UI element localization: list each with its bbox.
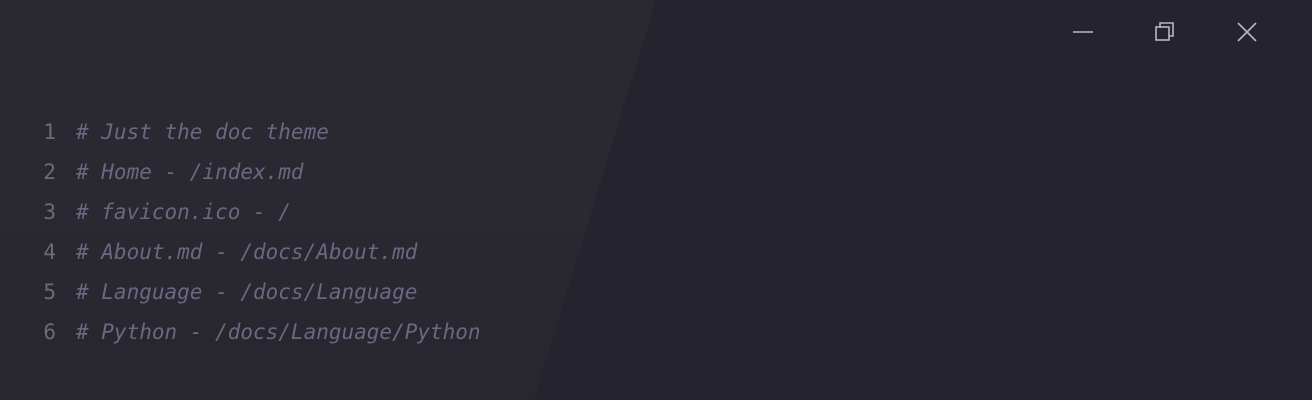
restore-button[interactable] bbox=[1124, 12, 1206, 52]
close-button[interactable] bbox=[1206, 12, 1288, 52]
code-line: 3 # favicon.ico - / bbox=[0, 192, 481, 232]
line-number: 1 bbox=[43, 120, 56, 144]
code-comment: # Python - /docs/Language/Python bbox=[76, 320, 481, 344]
code-line: 5 # Language - /docs/Language bbox=[0, 272, 481, 312]
line-number: 6 bbox=[43, 320, 56, 344]
code-comment: # About.md - /docs/About.md bbox=[76, 240, 418, 264]
code-comment: # Language - /docs/Language bbox=[76, 280, 418, 304]
editor-window: 1 # Just the doc theme 2 # Home - /index… bbox=[0, 0, 1312, 400]
restore-icon bbox=[1155, 22, 1174, 41]
minimize-button[interactable] bbox=[1042, 12, 1124, 52]
code-comment: # Home - /index.md bbox=[76, 160, 304, 184]
line-number: 3 bbox=[43, 200, 56, 224]
code-comment: # Just the doc theme bbox=[76, 120, 329, 144]
code-comment: # favicon.ico - / bbox=[76, 200, 291, 224]
code-editor[interactable]: 1 # Just the doc theme 2 # Home - /index… bbox=[0, 112, 481, 352]
window-controls bbox=[1042, 12, 1288, 52]
code-line: 1 # Just the doc theme bbox=[0, 112, 481, 152]
code-line: 2 # Home - /index.md bbox=[0, 152, 481, 192]
close-icon bbox=[1237, 22, 1257, 42]
code-line: 6 # Python - /docs/Language/Python bbox=[0, 312, 481, 352]
code-line: 4 # About.md - /docs/About.md bbox=[0, 232, 481, 272]
line-number: 2 bbox=[43, 160, 56, 184]
line-number: 5 bbox=[43, 280, 56, 304]
line-number: 4 bbox=[43, 240, 56, 264]
minimize-icon bbox=[1073, 31, 1093, 33]
